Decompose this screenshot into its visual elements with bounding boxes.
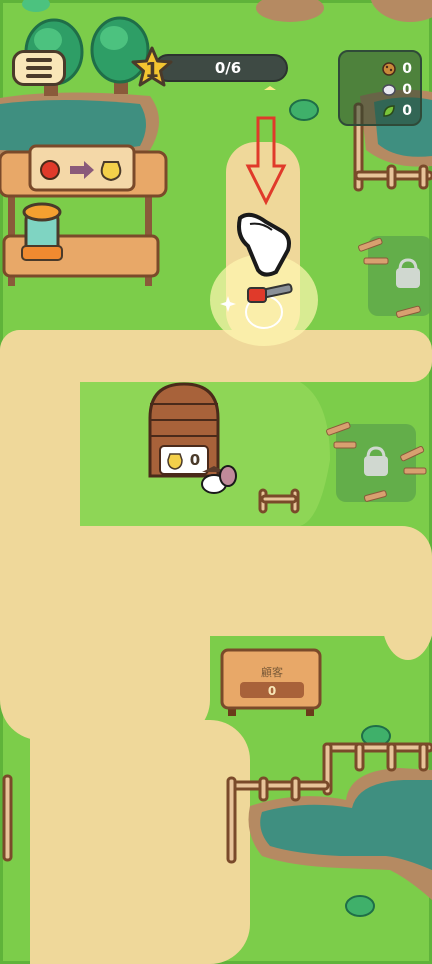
menu-icon-line	[26, 58, 52, 62]
juice-jar-icon	[100, 161, 122, 182]
juice-jar-icon	[167, 453, 183, 470]
customers-sign-title: 顧客	[261, 666, 283, 679]
bush	[345, 895, 375, 917]
juicer-machine	[21, 202, 63, 261]
cookie-icon	[382, 61, 396, 76]
level-number: 1	[145, 58, 159, 82]
apple-icon	[40, 160, 60, 180]
progress-text: 0/6	[214, 59, 242, 77]
cookie-count: 0	[402, 60, 412, 77]
leaf-icon	[383, 104, 395, 117]
barn[interactable]	[148, 382, 220, 478]
resource-row: 0	[340, 100, 412, 121]
locked-plot[interactable]	[368, 236, 432, 316]
leaf-count: 0	[402, 102, 412, 119]
resource-row: 0	[340, 58, 412, 79]
customers-sign-count: 0	[267, 684, 277, 698]
resource-row: 0	[340, 79, 412, 100]
game-map[interactable]	[0, 0, 432, 964]
resources-panel: 0 0 0	[338, 50, 422, 126]
menu-icon-line	[26, 74, 52, 78]
menu-button[interactable]	[12, 50, 66, 86]
menu-icon-line	[26, 66, 52, 70]
wool-count: 0	[402, 81, 412, 98]
level-progress: 0/6 1	[130, 46, 292, 90]
recipe-sign	[28, 144, 136, 192]
bush	[289, 99, 319, 121]
barn-jar-count: 0	[189, 451, 201, 469]
locked-plot[interactable]	[336, 424, 416, 502]
wool-icon	[382, 83, 396, 96]
